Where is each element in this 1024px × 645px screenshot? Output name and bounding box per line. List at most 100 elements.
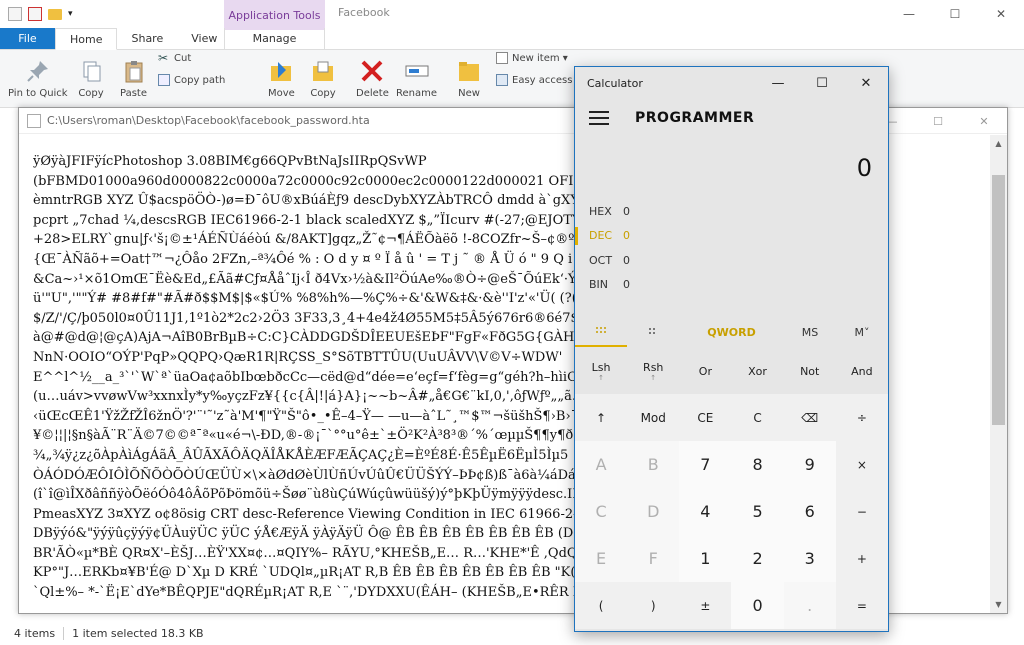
subtract-button[interactable]: − bbox=[835, 488, 888, 535]
copy-path-button[interactable]: Copy path bbox=[158, 74, 225, 86]
copy-icon bbox=[83, 61, 101, 82]
bit-toggle-keypad-icon[interactable] bbox=[627, 317, 679, 347]
close-icon[interactable]: ✕ bbox=[978, 0, 1024, 28]
calculator-window: Calculator — ☐ ✕ PROGRAMMER 0 HEX 0 DEC 0 … bbox=[574, 66, 889, 632]
shift-up-icon[interactable]: ↑ bbox=[575, 394, 628, 441]
doc-close-icon[interactable]: ✕ bbox=[961, 108, 1007, 134]
status-divider bbox=[63, 627, 65, 640]
copy-button[interactable]: Copy bbox=[78, 58, 104, 99]
scroll-thumb[interactable] bbox=[992, 175, 1005, 425]
key-mod-button[interactable]: Mod bbox=[627, 394, 680, 441]
hex-c-button[interactable]: C bbox=[575, 488, 628, 535]
key-d-button[interactable]: D bbox=[627, 488, 680, 535]
new-folder-icon[interactable] bbox=[48, 8, 62, 20]
divide-button[interactable]: ÷ bbox=[835, 394, 888, 441]
move-to-button[interactable]: Move bbox=[268, 58, 295, 99]
key-not-button[interactable]: Not bbox=[783, 348, 836, 394]
scissors-icon: ✂ bbox=[158, 51, 169, 65]
clear-button[interactable]: C bbox=[731, 394, 784, 441]
scroll-down-icon[interactable]: ▼ bbox=[990, 596, 1007, 613]
key-e-button[interactable]: E bbox=[575, 535, 628, 582]
copy-to-icon bbox=[313, 61, 333, 81]
rename-button[interactable]: Rename bbox=[396, 58, 437, 99]
add-button[interactable]: + bbox=[835, 535, 888, 582]
minimize-icon[interactable]: — bbox=[886, 0, 932, 28]
full-keypad-icon[interactable] bbox=[575, 317, 627, 347]
key-4-button[interactable]: 4 bbox=[679, 488, 732, 535]
maximize-icon[interactable]: ☐ bbox=[932, 0, 978, 28]
tab-manage[interactable]: Manage bbox=[224, 28, 325, 50]
radix-dec[interactable]: DEC 0 bbox=[575, 224, 888, 249]
item-count: 4 items bbox=[14, 627, 56, 640]
properties-icon[interactable] bbox=[8, 7, 22, 21]
copy-path-icon bbox=[158, 74, 170, 86]
tab-home[interactable]: Home bbox=[55, 28, 118, 50]
new-item-button[interactable]: New item ▾ bbox=[496, 52, 568, 64]
key-xor-button[interactable]: Xor bbox=[731, 348, 784, 394]
document-path: C:\Users\roman\Desktop\Facebook\facebook… bbox=[47, 114, 370, 127]
key-lsh-button[interactable]: Lsh ↑ bbox=[575, 348, 628, 394]
decimal-button[interactable]: . bbox=[783, 582, 836, 629]
doc-maximize-icon[interactable]: ☐ bbox=[915, 108, 961, 134]
key-ce-button[interactable]: CE bbox=[679, 394, 732, 441]
calculator-mode: PROGRAMMER bbox=[635, 110, 755, 126]
radix-bin[interactable]: BIN 0 bbox=[589, 273, 888, 298]
key-b-button[interactable]: B bbox=[627, 441, 680, 488]
delete-button[interactable]: Delete bbox=[356, 58, 389, 99]
key-6-button[interactable]: 6 bbox=[783, 488, 836, 535]
explorer-titlebar: ▾ Application Tools Facebook — ☐ ✕ bbox=[0, 0, 1024, 30]
memory-list-button[interactable]: M˅ bbox=[836, 317, 888, 347]
ribbon-tabs: File Home Share View Manage bbox=[0, 28, 1024, 50]
key-3-button[interactable]: 3 bbox=[783, 535, 836, 582]
word-size-button[interactable]: QWORD bbox=[679, 317, 784, 347]
tab-share[interactable]: Share bbox=[117, 28, 177, 49]
radix-oct[interactable]: OCT 0 bbox=[589, 248, 888, 273]
paste-icon bbox=[125, 61, 142, 83]
document-window-controls: — ☐ ✕ bbox=[869, 108, 1007, 134]
vertical-scrollbar[interactable]: ▲ ▼ bbox=[990, 135, 1007, 613]
negate-button[interactable]: ± bbox=[679, 582, 732, 629]
memory-store-button[interactable]: MS bbox=[784, 317, 836, 347]
open-paren-button[interactable]: ( bbox=[575, 582, 628, 629]
multiply-button[interactable]: × bbox=[835, 441, 888, 488]
customize-qat-icon[interactable]: ▾ bbox=[68, 9, 73, 19]
hamburger-menu-icon[interactable] bbox=[589, 111, 609, 125]
new-item-icon bbox=[496, 52, 508, 64]
quick-access-toolbar: ▾ bbox=[0, 0, 73, 28]
easy-access-button[interactable]: Easy access ▾ bbox=[496, 74, 581, 86]
radix-hex[interactable]: HEX 0 bbox=[589, 199, 888, 224]
calculator-titlebar: Calculator — ☐ ✕ bbox=[575, 67, 888, 99]
key-or-button[interactable]: Or bbox=[679, 348, 732, 394]
key-a-button[interactable]: A bbox=[575, 441, 628, 488]
key-9-button[interactable]: 9 bbox=[783, 441, 836, 488]
cut-button[interactable]: ✂ Cut bbox=[158, 52, 191, 64]
checkbox-icon[interactable] bbox=[28, 7, 42, 21]
close-paren-button[interactable]: ) bbox=[627, 582, 680, 629]
backspace-icon[interactable]: ⌫ bbox=[783, 394, 836, 441]
paste-button[interactable]: Paste bbox=[120, 58, 147, 99]
key-0-button[interactable]: 0 bbox=[731, 582, 784, 629]
calc-maximize-icon[interactable]: ☐ bbox=[800, 67, 844, 99]
new-folder-button[interactable]: New bbox=[456, 58, 482, 99]
selection-info: 1 item selected 18.3 KB bbox=[72, 627, 204, 640]
move-to-icon bbox=[271, 62, 292, 81]
key-and-button[interactable]: And bbox=[835, 348, 888, 394]
key-8-button[interactable]: 8 bbox=[731, 441, 784, 488]
key-rsh-button[interactable]: Rsh ↑ bbox=[627, 348, 680, 394]
key-1-button[interactable]: 1 bbox=[679, 535, 732, 582]
key-f-button[interactable]: F bbox=[627, 535, 680, 582]
copy-to-button[interactable]: Copy bbox=[310, 58, 336, 99]
new-folder-icon bbox=[459, 62, 479, 81]
calc-close-icon[interactable]: ✕ bbox=[844, 67, 888, 99]
equals-button[interactable]: = bbox=[835, 582, 888, 629]
scroll-up-icon[interactable]: ▲ bbox=[990, 135, 1007, 152]
pin-icon bbox=[27, 61, 48, 82]
key-5-button[interactable]: 5 bbox=[731, 488, 784, 535]
key-2-button[interactable]: 2 bbox=[731, 535, 784, 582]
key-7-button[interactable]: 7 bbox=[679, 441, 732, 488]
rename-icon bbox=[405, 65, 428, 77]
calc-minimize-icon[interactable]: — bbox=[756, 67, 800, 99]
tab-file[interactable]: File bbox=[0, 28, 55, 49]
easy-access-icon bbox=[496, 74, 508, 86]
pin-to-quick-button[interactable]: Pin to Quick bbox=[8, 58, 68, 99]
